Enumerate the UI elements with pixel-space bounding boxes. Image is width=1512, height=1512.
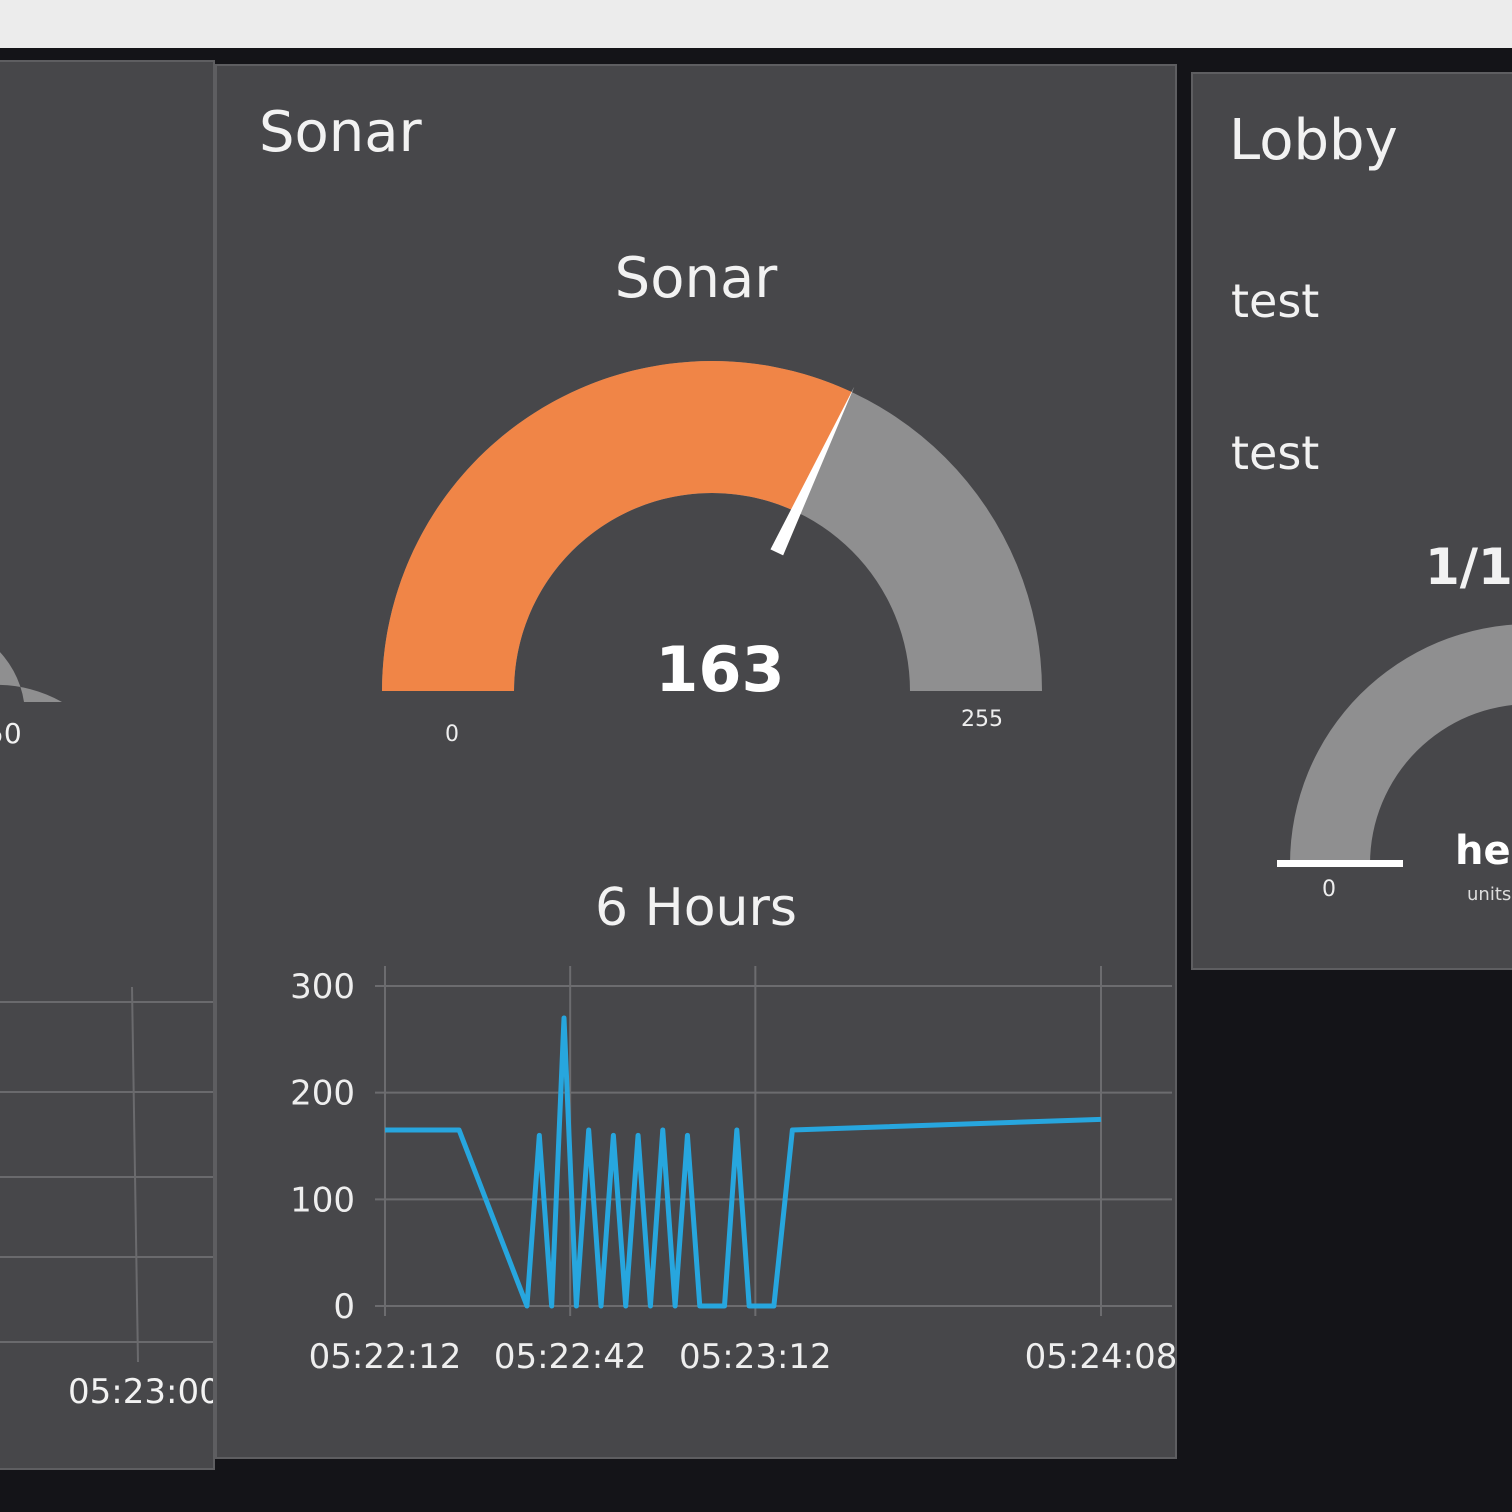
lobby-gauge-min-label: 0: [1322, 877, 1336, 902]
chart-y-ticks: 0 100 200 300: [290, 967, 355, 1327]
lobby-gauge-value: hee: [1455, 828, 1512, 874]
left-gauge-max-label: 50: [0, 717, 22, 750]
chart-x-tick-label: 05:22:12: [309, 1337, 462, 1377]
lobby-card: Lobby test test 1/10 0 hee units: [1191, 72, 1512, 970]
chart-grid: [375, 966, 1172, 1316]
chart-y-tick-label: 100: [290, 1180, 355, 1220]
sonar-card: Sonar Sonar 163 0 255 6 Hours 0 100 200 300…: [215, 64, 1177, 1459]
chart-x-tick-label: 05:23:12: [679, 1337, 832, 1377]
chart-x-ticks: 05:22:12 05:22:42 05:23:12 05:24:08: [309, 1337, 1177, 1377]
left-gauge-arc: [0, 652, 62, 702]
lobby-gauge-units: units: [1467, 884, 1511, 905]
lobby-gauge-needle: [1277, 860, 1403, 867]
browser-top-edge: [0, 0, 1512, 48]
chart-y-tick-label: 300: [290, 967, 355, 1007]
series-line: [385, 1015, 1102, 1309]
left-card: 50 05:23:00: [0, 60, 215, 1470]
chart-x-tick-label: 05:22:42: [494, 1337, 647, 1377]
chart-y-tick-label: 200: [290, 1074, 355, 1114]
left-chart-time-label: 05:23:00: [68, 1372, 215, 1412]
chart-x-tick-label: 05:24:08: [1025, 1337, 1177, 1377]
left-chart-vgrid: [131, 986, 139, 1363]
chart-y-tick-label: 0: [333, 1287, 355, 1327]
left-card-graphics: [0, 652, 213, 1363]
lobby-gauge: 0 hee units: [1277, 624, 1512, 905]
sonar-chart: 0 100 200 300 05:22:12 05:22:42 05:23:12 05:24…: [290, 966, 1177, 1377]
